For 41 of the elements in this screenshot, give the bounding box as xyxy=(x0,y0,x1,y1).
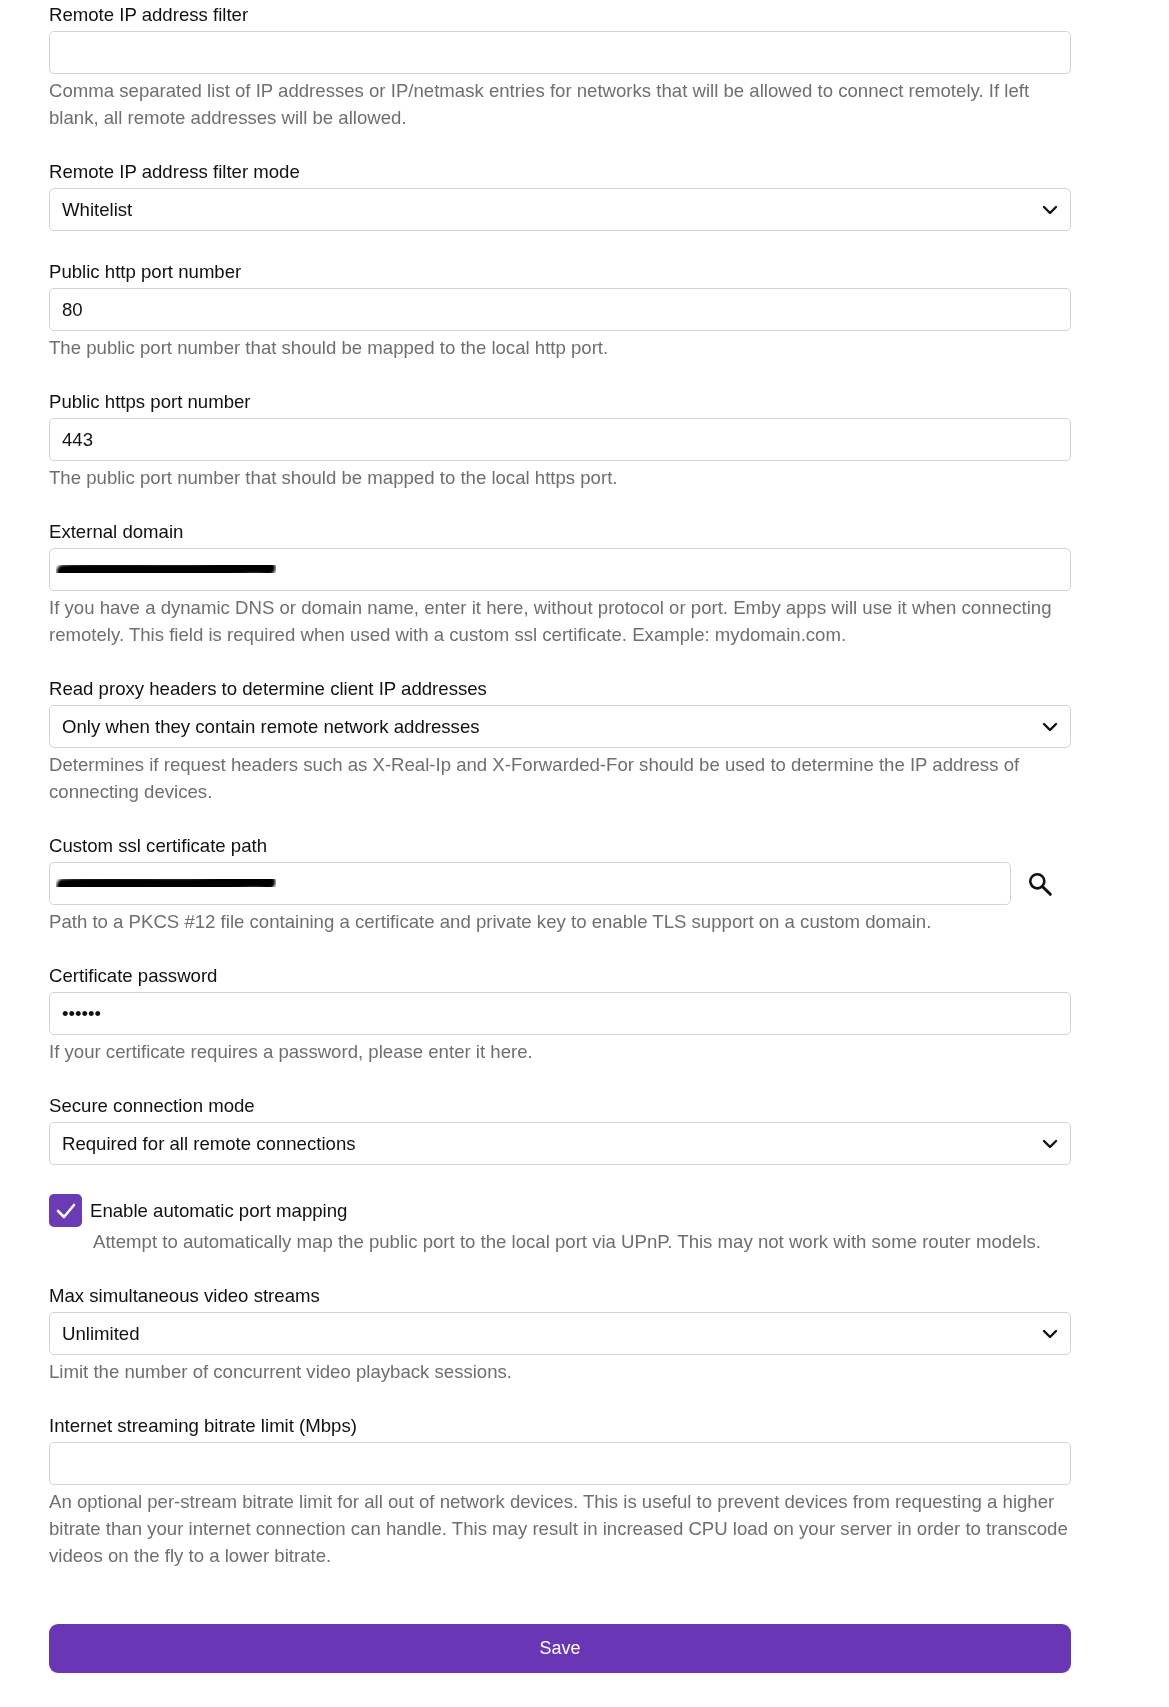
field-description: The public port number that should be mapped to the local http port. xyxy=(49,336,610,360)
field-description: If your certificate requires a password, please enter it here. xyxy=(49,1040,534,1064)
chevron-down-icon xyxy=(1042,1138,1058,1149)
field-description: Limit the number of concurrent video playback sessions. xyxy=(49,1360,513,1384)
field-description: Attempt to automatically map the public port to the local port via UPnP. This may not work with some router models. xyxy=(93,1230,1043,1254)
save-button[interactable]: Save xyxy=(49,1624,1071,1673)
input-field[interactable] xyxy=(49,862,1011,905)
field-label: Custom ssl certificate path xyxy=(49,834,269,858)
input-field[interactable] xyxy=(49,1442,1071,1485)
input-field[interactable]: 443 xyxy=(49,418,1071,461)
field-label: Secure connection mode xyxy=(49,1094,256,1118)
dropdown[interactable]: Only when they contain remote network addresses xyxy=(49,705,1071,748)
chevron-down-icon xyxy=(1042,721,1058,732)
check-icon xyxy=(54,1201,77,1220)
field-description: An optional per-stream bitrate limit for all out of network devices. This is useful to prevent devices from requesting a higher bitrate than your internet connection can handle. This may result in increased CPU load on your server in order to transcode videos on the fly to a lower bitrate. xyxy=(49,1490,1069,1568)
field-description: If you have a dynamic DNS or domain name, enter it here, without protocol or port. Emby apps will use it when connecting remotely. This field is required when used with a custom ssl certificate. Example: mydomain.com. xyxy=(49,596,1053,647)
field-description: The public port number that should be mapped to the local https port. xyxy=(49,466,619,490)
field-description: Comma separated list of IP addresses or IP/netmask entries for networks that will be allowed to connect remotely. If left blank, all remote addresses will be allowed. xyxy=(49,79,1031,130)
field-description: Determines if request headers such as X-Real-Ip and X-Forwarded-For should be used to determine the IP address of connecting devices. xyxy=(49,753,1021,804)
field-label: Read proxy headers to determine client IP addresses xyxy=(49,677,488,701)
field-label: Remote IP address filter xyxy=(49,3,250,27)
dropdown[interactable]: Unlimited xyxy=(49,1312,1071,1355)
field-label: Certificate password xyxy=(49,964,219,988)
field-label: External domain xyxy=(49,520,185,544)
chevron-down-icon xyxy=(1042,1328,1058,1339)
field-label: Max simultaneous video streams xyxy=(49,1284,321,1308)
dropdown[interactable]: Whitelist xyxy=(49,188,1071,231)
field-label: Public http port number xyxy=(49,260,243,284)
field-description: Path to a PKCS #12 file containing a certificate and private key to enable TLS support on a custom domain. xyxy=(49,910,933,934)
input-field[interactable] xyxy=(49,548,1071,591)
search-icon[interactable] xyxy=(1027,870,1053,897)
field-label: Internet streaming bitrate limit (Mbps) xyxy=(49,1414,358,1438)
input-field[interactable] xyxy=(49,31,1071,74)
input-field[interactable]: 80 xyxy=(49,288,1071,331)
chevron-down-icon xyxy=(1042,204,1058,215)
input-field[interactable]: •••••• xyxy=(49,992,1071,1035)
field-label: Remote IP address filter mode xyxy=(49,160,301,184)
checkbox-label: Enable automatic port mapping xyxy=(90,1198,348,1223)
dropdown[interactable]: Required for all remote connections xyxy=(49,1122,1071,1165)
checkbox[interactable] xyxy=(49,1194,82,1227)
field-label: Public https port number xyxy=(49,390,252,414)
